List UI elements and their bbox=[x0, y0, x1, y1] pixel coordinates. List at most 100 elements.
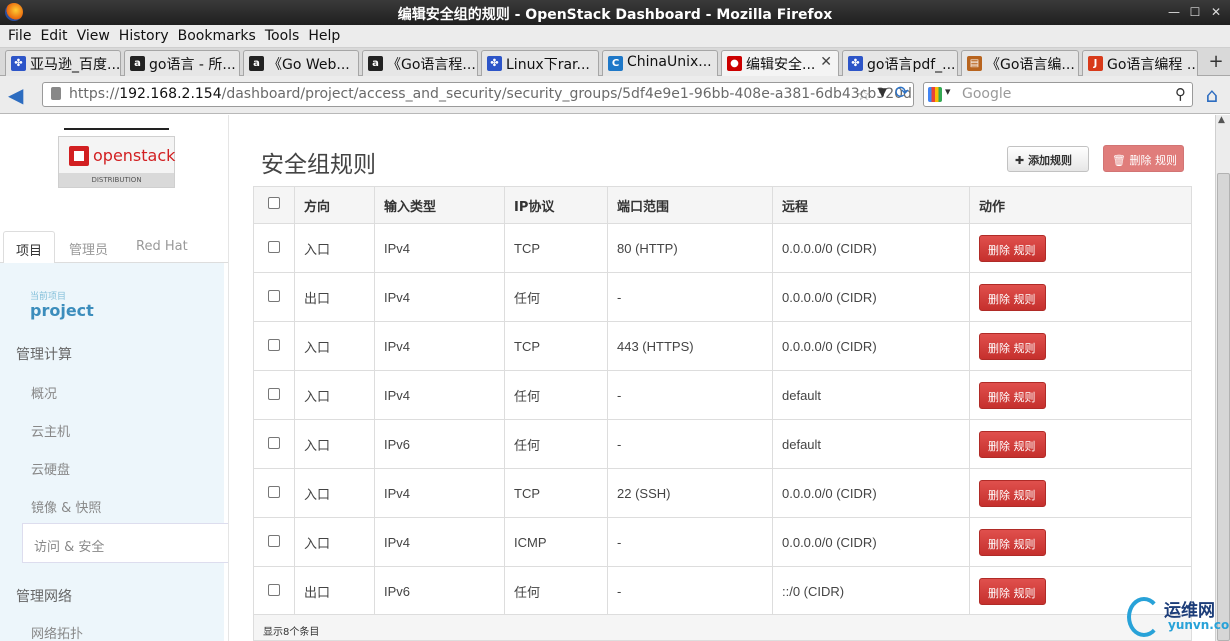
section-compute: 管理计算 bbox=[16, 347, 72, 363]
minimize-icon[interactable]: — bbox=[1166, 4, 1182, 20]
cell-ethertype: IPv4 bbox=[374, 370, 505, 420]
row-checkbox[interactable] bbox=[268, 534, 280, 547]
scroll-up-icon[interactable]: ▲ bbox=[1218, 115, 1225, 125]
tab-label: Linux下rar... bbox=[506, 57, 590, 73]
tab-label: go语言 - 所... bbox=[149, 57, 236, 73]
sidebar-tabs: 项目 管理员 Red Hat bbox=[0, 229, 228, 264]
cell-direction: 入口 bbox=[294, 370, 375, 420]
bookmark-star-icon[interactable]: ☆ bbox=[857, 85, 871, 104]
browser-tab[interactable]: J Go语言编程 ... bbox=[1082, 50, 1198, 76]
menu-help[interactable]: Help bbox=[308, 25, 340, 44]
sidebar-item-overview[interactable]: 概况 bbox=[31, 383, 57, 402]
url-bar[interactable]: https://192.168.2.154/dashboard/project/… bbox=[42, 82, 914, 107]
table-row: 入口 IPv4 任何 - default 删除 规则 bbox=[253, 370, 1192, 420]
tab-label: ChinaUnix... bbox=[627, 54, 712, 70]
reload-icon[interactable]: ⟳ bbox=[895, 83, 909, 103]
page-scrollbar[interactable]: ▲ bbox=[1215, 115, 1230, 641]
sidebar-item-access-security[interactable]: 访问 & 安全 bbox=[22, 523, 228, 563]
cell-protocol: 任何 bbox=[504, 566, 608, 616]
browser-tab[interactable]: a 《Go语言程... bbox=[362, 50, 478, 76]
delete-rules-button[interactable]: 🗑 删除 规则 bbox=[1103, 145, 1184, 172]
browser-tab[interactable]: ✤ go语言pdf_... bbox=[842, 50, 958, 76]
redhat-icon: ● bbox=[727, 56, 742, 71]
row-checkbox[interactable] bbox=[268, 583, 280, 596]
tab-label: 亚马逊_百度... bbox=[30, 57, 121, 73]
search-box[interactable]: ▾ Google ⚲ bbox=[923, 82, 1193, 107]
tab-redhat[interactable]: Red Hat bbox=[124, 231, 200, 264]
delete-rule-button[interactable]: 删除 规则 bbox=[979, 234, 1046, 262]
row-checkbox-cell bbox=[253, 566, 295, 616]
cell-protocol: 任何 bbox=[504, 419, 608, 469]
home-icon[interactable]: ⌂ bbox=[1200, 83, 1224, 107]
cell-ethertype: IPv4 bbox=[374, 321, 505, 371]
sidebar-item-volumes[interactable]: 云硬盘 bbox=[31, 459, 70, 478]
cell-ethertype: IPv6 bbox=[374, 566, 505, 616]
delete-rule-button[interactable]: 删除 规则 bbox=[979, 577, 1046, 605]
search-engine-dropdown-icon[interactable]: ▾ bbox=[945, 85, 951, 98]
cell-remote: 0.0.0.0/0 (CIDR) bbox=[772, 223, 970, 273]
cell-remote: 0.0.0.0/0 (CIDR) bbox=[772, 272, 970, 322]
row-checkbox[interactable] bbox=[268, 289, 280, 302]
menu-file[interactable]: File bbox=[8, 25, 31, 44]
back-arrow-icon[interactable]: ◀ bbox=[8, 83, 34, 107]
paw-icon: ✤ bbox=[848, 56, 863, 71]
table-header-row: 方向 输入类型 IP协议 端口范围 远程 动作 bbox=[253, 186, 1192, 224]
menu-edit[interactable]: Edit bbox=[40, 25, 67, 44]
delete-rule-button[interactable]: 删除 规则 bbox=[979, 528, 1046, 556]
menu-bookmarks[interactable]: Bookmarks bbox=[178, 25, 256, 44]
sidebar-item-instances[interactable]: 云主机 bbox=[31, 421, 70, 440]
openstack-logo[interactable]: openstack DISTRIBUTION bbox=[58, 136, 175, 188]
close-tab-icon[interactable]: ✕ bbox=[820, 54, 832, 70]
new-tab-icon[interactable]: + bbox=[1204, 51, 1228, 73]
cell-direction: 入口 bbox=[294, 419, 375, 469]
delete-rule-button[interactable]: 删除 规则 bbox=[979, 283, 1046, 311]
row-checkbox[interactable] bbox=[268, 436, 280, 449]
browser-tab[interactable]: ✤ 亚马逊_百度... bbox=[5, 50, 121, 76]
jb-icon: J bbox=[1088, 56, 1103, 71]
scrollbar-thumb[interactable] bbox=[1217, 173, 1230, 641]
delete-rule-button[interactable]: 删除 规则 bbox=[979, 332, 1046, 360]
maximize-icon[interactable]: ☐ bbox=[1187, 4, 1203, 20]
url-path: /dashboard/project/access_and_security/s… bbox=[221, 86, 914, 102]
logo-sub: DISTRIBUTION bbox=[59, 173, 174, 187]
browser-tab[interactable]: a go语言 - 所... bbox=[124, 50, 240, 76]
close-icon[interactable]: ✕ bbox=[1208, 4, 1224, 20]
add-rule-button[interactable]: ✚ 添加规则 bbox=[1007, 146, 1089, 172]
openstack-logo-icon bbox=[69, 146, 89, 166]
paw-icon: ✤ bbox=[487, 56, 502, 71]
cell-port-range: 443 (HTTPS) bbox=[607, 321, 773, 371]
row-checkbox[interactable] bbox=[268, 338, 280, 351]
browser-tab[interactable]: ● 编辑安全... ✕ bbox=[721, 50, 839, 77]
cell-port-range: 80 (HTTP) bbox=[607, 223, 773, 273]
menu-view[interactable]: View bbox=[77, 25, 110, 44]
browser-tab[interactable]: a 《Go Web... bbox=[243, 50, 359, 76]
delete-rule-button[interactable]: 删除 规则 bbox=[979, 479, 1046, 507]
row-checkbox[interactable] bbox=[268, 240, 280, 253]
delete-rule-button[interactable]: 删除 规则 bbox=[979, 430, 1046, 458]
menu-history[interactable]: History bbox=[119, 25, 169, 44]
select-all-checkbox[interactable] bbox=[268, 197, 280, 209]
sidebar-item-images[interactable]: 镜像 & 快照 bbox=[31, 497, 101, 516]
book-icon: ▤ bbox=[967, 56, 982, 71]
cell-protocol: TCP bbox=[504, 468, 608, 518]
cell-ethertype: IPv6 bbox=[374, 419, 505, 469]
url-dropdown-icon[interactable]: ▼ bbox=[878, 85, 887, 99]
section-network: 管理网络 bbox=[16, 589, 72, 605]
binoculars-icon[interactable]: ⚲ bbox=[1175, 85, 1186, 103]
table-row: 出口 IPv4 任何 -0.0.0.0/0 (CIDR) 删除 规则 bbox=[253, 272, 1192, 322]
delete-rule-button[interactable]: 删除 规则 bbox=[979, 381, 1046, 409]
current-project-name[interactable]: project bbox=[30, 301, 94, 320]
browser-tab[interactable]: C ChinaUnix... bbox=[602, 50, 718, 76]
menu-tools[interactable]: Tools bbox=[265, 25, 300, 44]
row-checkbox[interactable] bbox=[268, 387, 280, 400]
cell-direction: 出口 bbox=[294, 272, 375, 322]
cell-protocol: 任何 bbox=[504, 370, 608, 420]
browser-tab[interactable]: ✤ Linux下rar... bbox=[481, 50, 599, 76]
row-checkbox[interactable] bbox=[268, 485, 280, 498]
browser-tab[interactable]: ▤ 《Go语言编... bbox=[961, 50, 1079, 76]
sidebar-item-topology[interactable]: 网络拓扑 bbox=[31, 623, 83, 641]
amazon-icon: a bbox=[368, 56, 383, 71]
url-host: 192.168.2.154 bbox=[119, 86, 222, 102]
tab-project[interactable]: 项目 bbox=[3, 231, 56, 264]
tab-admin[interactable]: 管理员 bbox=[57, 231, 120, 264]
